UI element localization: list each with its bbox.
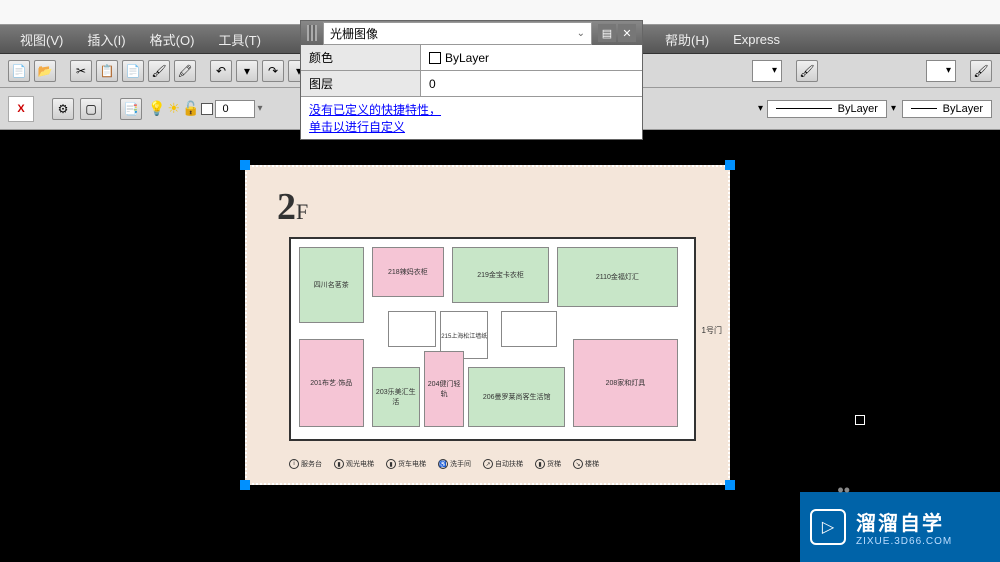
elevator-2 xyxy=(501,311,557,347)
legend-cargo-icon: ▮ xyxy=(535,459,545,469)
legend-service-icon: i xyxy=(289,459,299,469)
square-icon[interactable]: ▢ xyxy=(80,98,102,120)
room-8: 204健门轻轨 xyxy=(424,351,464,427)
drawing-canvas[interactable]: 2F 四川名茗茶 218辣妈衣柜 219金宝卡衣柜 2110金福灯汇 215上海… xyxy=(245,165,730,485)
floor-legend: i服务台 ▮观光电梯 ▮货车电梯 ♿洗手间 ↗自动扶梯 ▮货梯 ↘楼梯 xyxy=(289,459,696,469)
pickbox-cursor xyxy=(855,415,865,425)
room-9: 206曼罗莱尚客生活馆 xyxy=(468,367,565,427)
room-2: 218辣妈衣柜 xyxy=(372,247,445,297)
gear-icon[interactable]: ⚙ xyxy=(52,98,74,120)
brush2-icon[interactable]: 🖌 xyxy=(970,60,992,82)
redo-icon[interactable]: ↷ xyxy=(262,60,284,82)
menu-express[interactable]: Express xyxy=(721,32,792,47)
room-1: 四川名茗茶 xyxy=(299,247,363,323)
app-icon: X xyxy=(8,96,34,122)
close-button[interactable]: ✕ xyxy=(618,24,636,42)
raster-image-frame[interactable]: 2F 四川名茗茶 218辣妈衣柜 219金宝卡衣柜 2110金福灯汇 215上海… xyxy=(245,165,730,485)
layer-name[interactable]: 0 xyxy=(215,100,255,118)
legend-elevator-icon: ▮ xyxy=(334,459,344,469)
door-label: 1号门 xyxy=(702,325,722,336)
color-label: 颜色 xyxy=(301,45,421,70)
legend-freight-icon: ▮ xyxy=(386,459,396,469)
cut-icon[interactable]: ✂ xyxy=(70,60,92,82)
undo-icon[interactable]: ↶ xyxy=(210,60,232,82)
color-value: ByLayer xyxy=(445,51,489,65)
layer-label: 图层 xyxy=(301,71,421,96)
floor-plan: 四川名茗茶 218辣妈衣柜 219金宝卡衣柜 2110金福灯汇 215上海松江墙… xyxy=(289,237,696,441)
match-props-icon[interactable]: 🖌 xyxy=(148,60,170,82)
legend-toilet-icon: ♿ xyxy=(438,459,448,469)
floor-label: 2F xyxy=(277,185,308,229)
room-10: 208家和灯具 xyxy=(573,339,678,427)
undo-dd-icon[interactable]: ▾ xyxy=(236,60,258,82)
sun-icon[interactable]: ☀ xyxy=(167,100,180,117)
grip-top-left[interactable] xyxy=(240,160,250,170)
menu-view[interactable]: 视图(V) xyxy=(8,30,75,49)
grip-icon[interactable] xyxy=(307,25,317,41)
room-3: 219金宝卡衣柜 xyxy=(452,247,549,303)
play-icon: ▷ xyxy=(810,509,846,545)
room-4: 2110金福灯汇 xyxy=(557,247,678,307)
linetype-control[interactable]: ▾ ByLayer ▾ xyxy=(758,100,896,118)
customize-link-1[interactable]: 没有已定义的快捷特性， xyxy=(309,103,441,117)
room-7: 203乐美汇生活 xyxy=(372,367,420,427)
layer-value-cell[interactable]: 0 xyxy=(421,71,642,96)
menu-tools[interactable]: 工具(T) xyxy=(206,30,273,49)
grip-top-right[interactable] xyxy=(725,160,735,170)
layer-value: 0 xyxy=(429,77,436,91)
bulb-icon[interactable]: 💡 xyxy=(148,100,165,117)
watermark: •• ▷ 溜溜自学 ZIXUE.3D66.COM xyxy=(800,492,1000,562)
grip-bottom-right[interactable] xyxy=(725,480,735,490)
layer-color-swatch[interactable] xyxy=(201,103,213,115)
chevron-down-icon[interactable]: ⌄ xyxy=(577,28,585,39)
quick-properties-palette: 光栅图像 ⌄ ▤ ✕ 颜色 ByLayer 图层 0 没有已定义的快捷特性， 单… xyxy=(300,20,643,140)
brush-icon[interactable]: 🖍 xyxy=(174,60,196,82)
elevator-1 xyxy=(388,311,436,347)
menu-help[interactable]: 帮助(H) xyxy=(653,30,721,49)
layer-props-icon[interactable]: 🖌 xyxy=(796,60,818,82)
lineweight-control[interactable]: ByLayer xyxy=(902,100,992,118)
menu-insert[interactable]: 插入(I) xyxy=(75,30,137,49)
options-button[interactable]: ▤ xyxy=(598,24,616,42)
watermark-dots: •• xyxy=(837,480,850,501)
menu-format[interactable]: 格式(O) xyxy=(138,30,207,49)
customize-link-2[interactable]: 单击以进行自定义 xyxy=(309,120,405,134)
open-icon[interactable]: 📂 xyxy=(34,60,56,82)
layer-manager-icon[interactable]: 📑 xyxy=(120,98,142,120)
paste-icon[interactable]: 📄 xyxy=(122,60,144,82)
legend-escalator-icon: ↗ xyxy=(483,459,493,469)
layer-controls[interactable]: 💡 ☀ 🔓 0 ▾ xyxy=(148,100,262,118)
palette-header[interactable]: 光栅图像 ⌄ ▤ ✕ xyxy=(301,21,642,45)
new-icon[interactable]: 📄 xyxy=(8,60,30,82)
color-swatch xyxy=(429,52,441,64)
lineweight-value: ByLayer xyxy=(943,103,983,115)
legend-stairs-icon: ↘ xyxy=(573,459,583,469)
lock-icon[interactable]: 🔓 xyxy=(182,100,199,117)
grip-bottom-left[interactable] xyxy=(240,480,250,490)
room-6: 201布艺·饰品 xyxy=(299,339,363,427)
watermark-url: ZIXUE.3D66.COM xyxy=(856,536,952,547)
dropdown2[interactable]: ▾ xyxy=(926,60,956,82)
palette-title: 光栅图像 xyxy=(330,25,577,42)
color-value-cell[interactable]: ByLayer xyxy=(421,45,642,70)
copy-icon[interactable]: 📋 xyxy=(96,60,118,82)
watermark-title: 溜溜自学 xyxy=(856,507,952,536)
linetype-value: ByLayer xyxy=(838,103,878,115)
color-dropdown[interactable]: ▾ xyxy=(752,60,782,82)
